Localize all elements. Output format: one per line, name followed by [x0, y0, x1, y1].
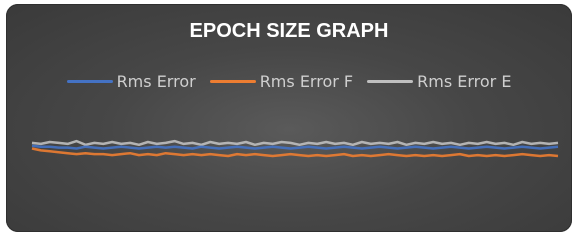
series-line-rms-error: [31, 144, 559, 150]
series-line-rms-error-e: [31, 139, 559, 147]
series-line-rms-error-f: [31, 147, 559, 158]
plot-area: [31, 139, 559, 158]
chart-card: EPOCH SIZE GRAPH Rms Error Rms Error F R…: [6, 4, 572, 232]
